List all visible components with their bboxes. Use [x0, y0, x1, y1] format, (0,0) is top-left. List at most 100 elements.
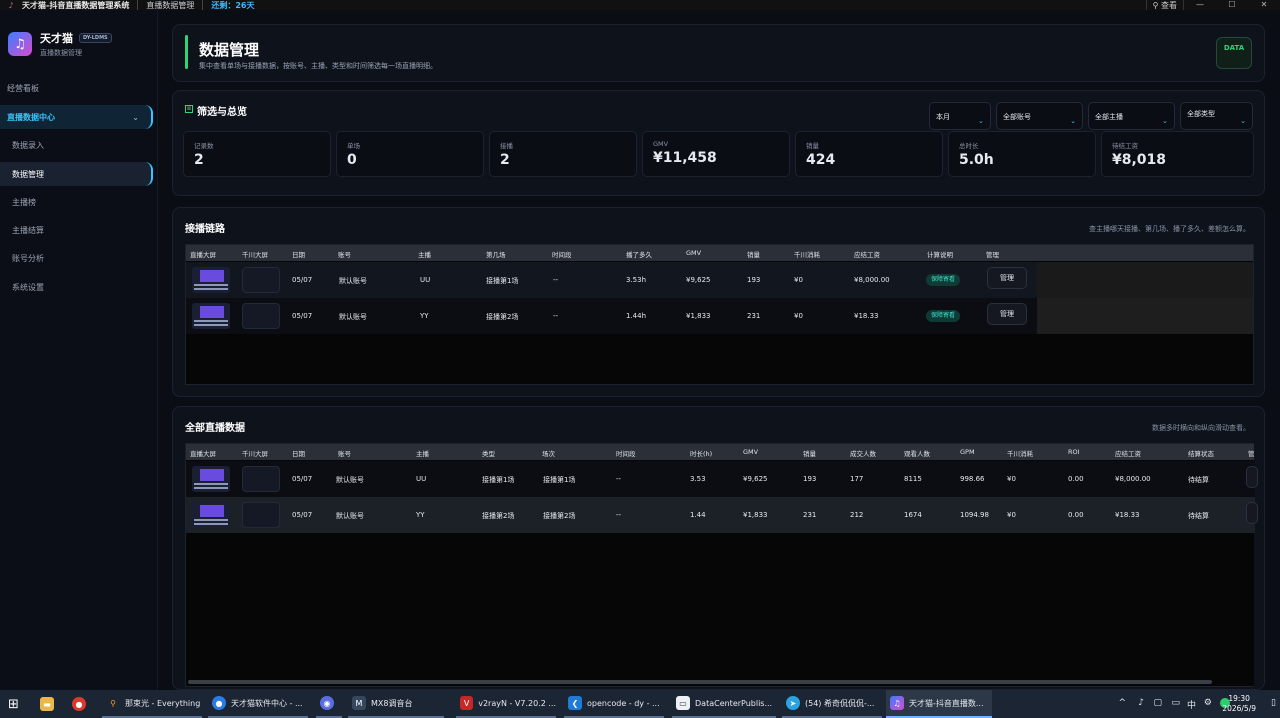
column-header[interactable]: 千川消耗	[1007, 448, 1033, 458]
column-header[interactable]: GPM	[960, 448, 975, 456]
sidebar-item-system-settings[interactable]: 系统设置	[0, 275, 153, 299]
account-select[interactable]: 全部账号 ⌄	[996, 102, 1083, 130]
manage-button[interactable]	[1246, 502, 1258, 524]
column-header[interactable]: 播了多久	[626, 249, 652, 259]
column-header[interactable]: 直播大屏	[190, 249, 216, 259]
chevron-up-icon[interactable]: ^	[1118, 698, 1126, 708]
clock[interactable]: 19:30 2026/5/9	[1222, 694, 1256, 714]
column-header[interactable]: 观看人数	[904, 448, 930, 458]
notification-icon[interactable]: ▯	[1271, 698, 1276, 708]
live-screen-thumbnail[interactable]	[192, 267, 230, 293]
cell-buyers: 177	[850, 475, 864, 483]
column-header[interactable]: 结算状态	[1188, 448, 1214, 458]
taskbar-item-mixer[interactable]: M MX8调音台	[348, 690, 444, 718]
manage-button[interactable]	[1246, 466, 1258, 488]
close-icon[interactable]: ✕	[1248, 0, 1280, 10]
horizontal-scrollbar[interactable]	[188, 680, 1212, 684]
sidebar-item-host-settlement[interactable]: 主播结算	[0, 218, 153, 242]
column-header[interactable]: 成交人数	[850, 448, 876, 458]
sidebar: ♫ 天才猫 DY-LDMS 直播数据管理 经营看板 直播数据中心 ⌄ 数据录入 数据…	[0, 10, 158, 690]
view-button[interactable]: ⚲ 查看	[1145, 0, 1184, 10]
window-icon: ▭	[676, 696, 690, 710]
live-screen-thumbnail[interactable]	[192, 303, 230, 329]
live-screen-thumbnail[interactable]	[192, 502, 230, 528]
column-header[interactable]: 管	[1248, 448, 1255, 458]
sidebar-item-host-ranking[interactable]: 主播榜	[0, 190, 153, 214]
cell-period: --	[553, 312, 559, 320]
column-header[interactable]: 类型	[482, 448, 495, 458]
taskbar-item-everything[interactable]: ⚲ 那束光 - Everything	[102, 690, 202, 718]
column-header[interactable]: 管理	[986, 249, 999, 259]
qianchuan-screen-thumbnail[interactable]	[242, 267, 280, 293]
calc-note-badge[interactable]: 保障寄看	[926, 310, 961, 322]
table-row: 05/07 默认账号 YY 接播第2场 -- 1.44h ¥1,833 231 ¥0 ¥18.33…	[186, 298, 1037, 334]
period-select[interactable]: 本月 ⌄	[929, 102, 991, 130]
live-screen-thumbnail[interactable]	[192, 466, 230, 492]
taskbar-item-app[interactable]: ◉	[316, 690, 342, 718]
qianchuan-screen-thumbnail[interactable]	[242, 502, 280, 528]
all-data-title: 全部直播数据	[185, 423, 245, 434]
sidebar-item-account-analysis[interactable]: 账号分析	[0, 246, 153, 270]
column-header[interactable]: 计算说明	[927, 249, 953, 259]
host-select[interactable]: 全部主播 ⌄	[1088, 102, 1175, 130]
maximize-icon[interactable]: ☐	[1216, 0, 1248, 10]
taskbar-item-active-app[interactable]: ♫ 天才猫-抖音直播数...	[886, 690, 992, 718]
column-header[interactable]: 销量	[747, 249, 760, 259]
taskbar-item-datacenter[interactable]: ▭ DataCenterPublis...	[672, 690, 776, 718]
battery-icon[interactable]: ▭	[1171, 698, 1180, 708]
column-header[interactable]: 日期	[292, 448, 305, 458]
qianchuan-screen-thumbnail[interactable]	[242, 303, 280, 329]
column-header[interactable]: 千川大屏	[242, 448, 268, 458]
column-header[interactable]: 应结工资	[854, 249, 880, 259]
cell-account: 默认账号	[336, 512, 364, 520]
column-header[interactable]: 主播	[418, 249, 431, 259]
column-header[interactable]: GMV	[686, 249, 701, 257]
network-icon[interactable]: ▢	[1153, 698, 1162, 708]
qianchuan-screen-thumbnail[interactable]	[242, 466, 280, 492]
column-header[interactable]: 直播大屏	[190, 448, 216, 458]
sidebar-group-live-data[interactable]: 直播数据中心 ⌄	[0, 105, 153, 129]
start-button[interactable]: ⊞	[8, 690, 19, 718]
ime-indicator[interactable]: 中	[1187, 698, 1196, 711]
column-header[interactable]: 账号	[338, 448, 351, 458]
thumb-block	[194, 523, 228, 525]
column-header[interactable]: 主播	[416, 448, 429, 458]
sidebar-item-data-management[interactable]: 数据管理	[0, 162, 153, 186]
column-header[interactable]: GMV	[743, 448, 758, 456]
thumb-block	[200, 270, 224, 282]
taskbar-item-telegram[interactable]: ➤ (54) 希奇侃侃侃-...	[782, 690, 882, 718]
column-header[interactable]: 千川大屏	[242, 249, 268, 259]
cell-account: 默认账号	[339, 313, 367, 321]
taskbar-explorer[interactable]: ▬	[40, 690, 59, 718]
column-header[interactable]: 应结工资	[1115, 448, 1141, 458]
settings-icon[interactable]: ⚙	[1204, 698, 1212, 708]
stat-label: 待结工资	[1112, 142, 1138, 150]
type-select[interactable]: 全部类型 ⌄	[1180, 102, 1253, 130]
app-icon: ♫	[890, 696, 904, 710]
manage-button[interactable]: 管理	[987, 303, 1027, 325]
column-header[interactable]: 时间段	[616, 448, 636, 458]
column-header[interactable]: 时长(h)	[690, 448, 712, 458]
column-header[interactable]: 千川消耗	[794, 249, 820, 259]
column-header[interactable]: 场次	[542, 448, 555, 458]
sidebar-item-overview[interactable]: 经营看板	[0, 76, 153, 100]
sidebar-item-data-entry[interactable]: 数据录入	[0, 133, 153, 157]
column-header[interactable]: 第几场	[486, 249, 506, 259]
column-header[interactable]: ROI	[1068, 448, 1080, 456]
column-header[interactable]: 账号	[338, 249, 351, 259]
column-header[interactable]: 时间段	[552, 249, 572, 259]
manage-button[interactable]: 管理	[987, 267, 1027, 289]
stat-pending-wage: 待结工资 ¥8,018	[1101, 131, 1254, 177]
taskbar-item-v2rayn[interactable]: Vv2rayN - V7.20.2 ...	[456, 690, 556, 718]
taskbar-chrome[interactable]: ●	[72, 690, 91, 718]
taskbar-item-opencode[interactable]: ❮ opencode - dy - ...	[564, 690, 664, 718]
relay-table: 直播大屏 千川大屏 日期 账号 主播 第几场 时间段 播了多久 GMV 销量 千川消耗 应结工资 计算说…	[185, 244, 1254, 385]
column-header[interactable]: 销量	[803, 448, 816, 458]
sidebar-item-label: 经营看板	[7, 83, 39, 93]
minimize-icon[interactable]: —	[1184, 0, 1216, 10]
taskbar-item-software-center[interactable]: ● 天才猫软件中心 - ...	[208, 690, 308, 718]
calc-note-badge[interactable]: 保障寄看	[926, 274, 961, 286]
all-data-table: 直播大屏 千川大屏 日期 账号 主播 类型 场次 时间段 时长(h) GMV 销量 成交人数 观看人数 G…	[185, 443, 1258, 687]
volume-icon[interactable]: ♪	[1138, 698, 1144, 708]
column-header[interactable]: 日期	[292, 249, 305, 259]
